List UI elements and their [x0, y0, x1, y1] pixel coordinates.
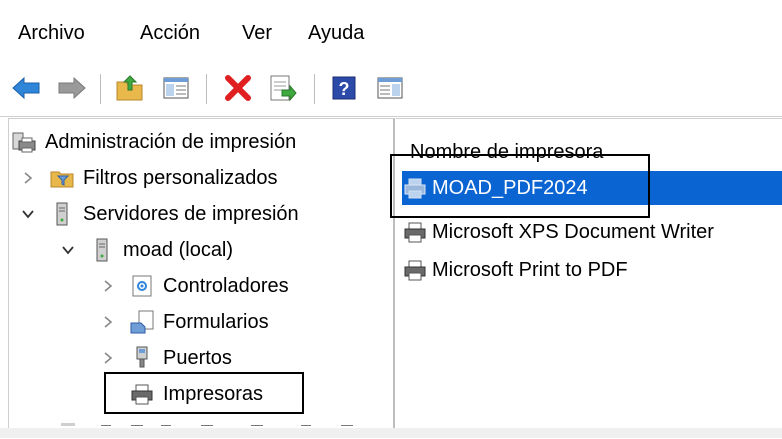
tree-item-custom-filters[interactable]: Filtros personalizados	[19, 161, 278, 195]
printer-row[interactable]: Microsoft Print to PDF	[402, 253, 628, 287]
tree-label: Puertos	[163, 346, 232, 369]
up-folder-icon[interactable]	[114, 72, 146, 104]
tree-item-server-moad[interactable]: moad (local)	[59, 233, 233, 267]
show-hide-tree-icon[interactable]	[160, 72, 192, 104]
port-icon	[129, 345, 155, 371]
driver-icon	[129, 273, 155, 299]
column-header-printer-name[interactable]: Nombre de impresora	[410, 139, 603, 165]
menu-bar: Archivo Acción Ver Ayuda	[0, 0, 782, 61]
print-management-icon	[11, 129, 37, 155]
chevron-right-icon[interactable]	[99, 277, 117, 295]
delete-icon[interactable]	[222, 72, 254, 104]
printer-name: Microsoft XPS Document Writer	[432, 220, 714, 243]
server-icon	[49, 201, 75, 227]
printer-icon	[402, 257, 428, 283]
chevron-right-icon[interactable]	[99, 349, 117, 367]
help-icon[interactable]: ?	[328, 72, 360, 104]
tree-label: moad (local)	[123, 238, 234, 261]
menu-view[interactable]: Ver	[242, 20, 272, 46]
tree-item-forms[interactable]: Formularios	[99, 305, 269, 339]
back-icon[interactable]	[10, 72, 42, 104]
show-hide-action-pane-icon[interactable]	[374, 72, 406, 104]
chevron-right-icon[interactable]	[19, 169, 37, 187]
printer-icon	[402, 219, 428, 245]
server-icon	[89, 237, 115, 263]
printer-list-pane[interactable]: Nombre de impresora MOAD_PDF2024 Microso…	[396, 118, 782, 439]
tree-item-cut-off	[61, 416, 361, 426]
tree-label: Filtros personalizados	[83, 166, 278, 189]
console-tree[interactable]: Administración de impresión Filtros pers…	[8, 118, 395, 430]
printer-icon	[402, 175, 428, 201]
printer-row[interactable]: Microsoft XPS Document Writer	[402, 215, 714, 249]
tree-item-print-servers[interactable]: Servidores de impresión	[19, 197, 299, 231]
forward-icon[interactable]	[56, 72, 88, 104]
forms-icon	[129, 309, 155, 335]
chevron-down-icon[interactable]	[19, 205, 37, 223]
printer-name: Microsoft Print to PDF	[432, 258, 628, 281]
toolbar: ?	[0, 60, 782, 117]
printer-row-selected[interactable]: MOAD_PDF2024	[402, 171, 782, 205]
chevron-right-icon[interactable]	[99, 313, 117, 331]
menu-action[interactable]: Acción	[140, 20, 200, 46]
tree-item-printers[interactable]: Impresoras	[99, 377, 263, 411]
tree-label: Administración de impresión	[45, 130, 297, 153]
chevron-down-icon[interactable]	[59, 241, 77, 259]
svg-text:?: ?	[339, 79, 350, 99]
printer-icon	[129, 381, 155, 407]
tree-item-drivers[interactable]: Controladores	[99, 269, 289, 303]
tree-label: Servidores de impresión	[83, 202, 299, 225]
menu-help[interactable]: Ayuda	[308, 20, 364, 46]
filter-folder-icon	[49, 165, 75, 191]
tree-item-print-management[interactable]: Administración de impresión	[11, 125, 296, 159]
tree-label: Impresoras	[163, 382, 264, 405]
bottom-edge	[0, 428, 782, 438]
menu-file[interactable]: Archivo	[18, 20, 85, 46]
export-list-icon[interactable]	[266, 72, 298, 104]
tree-label: Controladores	[163, 274, 289, 297]
tree-item-ports[interactable]: Puertos	[99, 341, 232, 375]
tree-label: Formularios	[163, 310, 269, 333]
printer-name: MOAD_PDF2024	[432, 176, 588, 199]
